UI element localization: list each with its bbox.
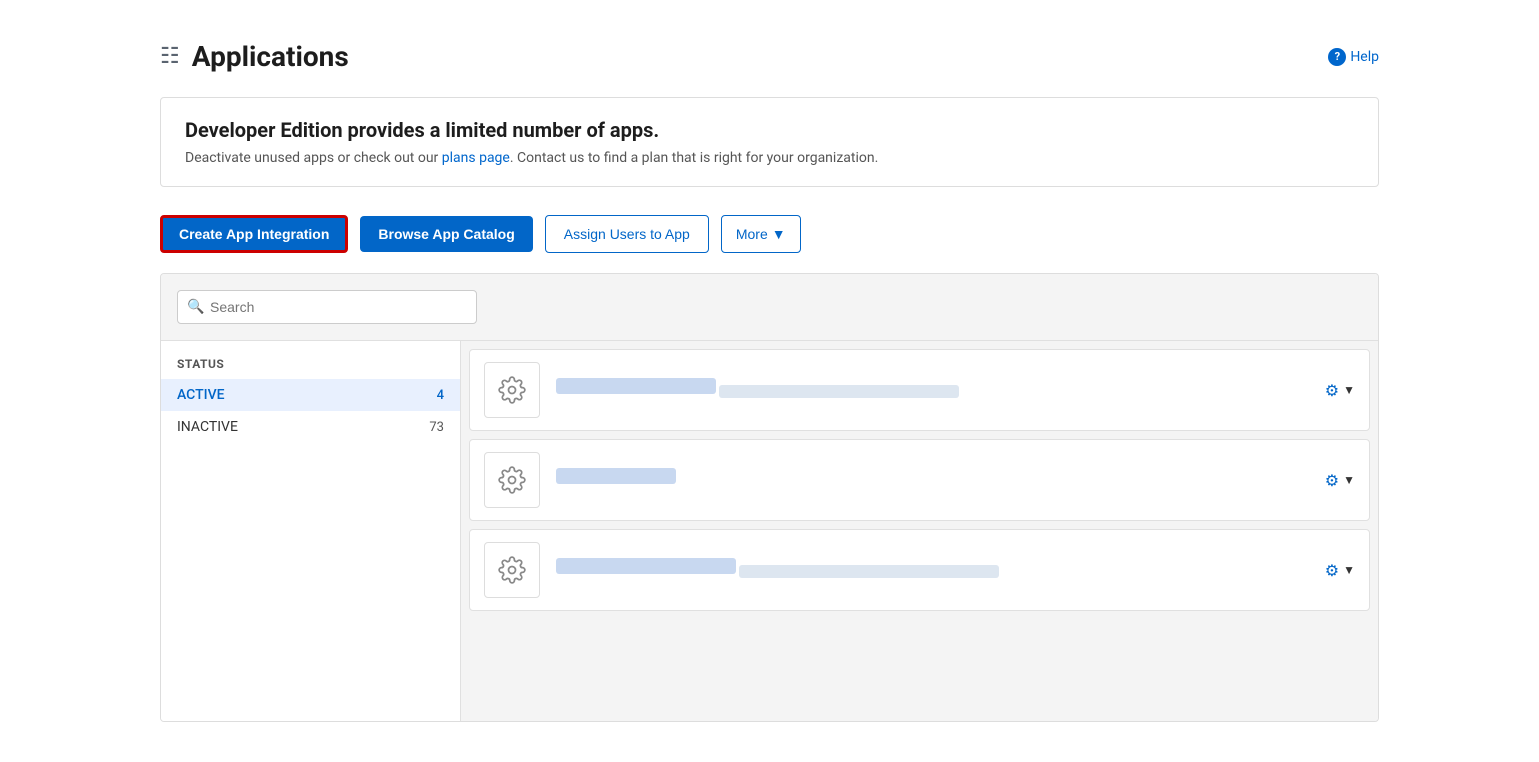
page-title: Applications [192, 40, 349, 73]
chevron-down-icon: ▼ [772, 226, 786, 242]
search-input[interactable] [177, 290, 477, 324]
app-icon-box [484, 452, 540, 508]
search-bar: 🔍 [161, 274, 1378, 341]
app-actions: ⚙ ▼ [1325, 381, 1355, 400]
app-name [556, 558, 736, 574]
banner-body-text2: . Contact us to find a plan that is righ… [510, 150, 878, 166]
app-row: ⚙ ▼ [469, 529, 1370, 611]
app-info [556, 378, 1325, 402]
banner-heading: Developer Edition provides a limited num… [185, 118, 1354, 142]
page-container: ☷ Applications ? Help Developer Edition … [0, 0, 1539, 762]
app-desc [719, 385, 959, 398]
app-icon-box [484, 542, 540, 598]
app-settings-icon[interactable]: ⚙ [1325, 381, 1339, 400]
sidebar-active-label: ACTIVE [177, 387, 225, 403]
sidebar-item-active[interactable]: ACTIVE 4 [161, 379, 460, 411]
create-app-integration-button[interactable]: Create App Integration [160, 215, 348, 253]
content-panel: 🔍 STATUS ACTIVE 4 INACTIVE 73 [160, 273, 1379, 722]
sidebar-inactive-label: INACTIVE [177, 419, 238, 435]
filter-sidebar: STATUS ACTIVE 4 INACTIVE 73 [161, 341, 461, 721]
app-gear-icon [498, 466, 526, 494]
sidebar-section-title: STATUS [161, 357, 460, 379]
banner-body: Deactivate unused apps or check out our … [185, 150, 1354, 166]
sidebar-inactive-count: 73 [429, 420, 444, 435]
apps-list: ⚙ ▼ [461, 341, 1378, 721]
app-chevron-down-icon[interactable]: ▼ [1343, 473, 1355, 487]
page-title-area: ☷ Applications [160, 40, 349, 73]
app-icon-box [484, 362, 540, 418]
app-actions: ⚙ ▼ [1325, 561, 1355, 580]
plans-page-link[interactable]: plans page [442, 150, 510, 166]
help-circle-icon: ? [1328, 48, 1346, 66]
page-header: ☷ Applications ? Help [160, 40, 1379, 73]
panel-body: STATUS ACTIVE 4 INACTIVE 73 [161, 341, 1378, 721]
app-gear-icon [498, 556, 526, 584]
app-name [556, 378, 716, 394]
sidebar-item-inactive[interactable]: INACTIVE 73 [161, 411, 460, 443]
app-chevron-down-icon[interactable]: ▼ [1343, 383, 1355, 397]
search-icon: 🔍 [187, 299, 204, 315]
help-label: Help [1350, 49, 1379, 65]
app-info [556, 558, 1325, 582]
banner-body-text: Deactivate unused apps or check out our [185, 150, 442, 166]
assign-users-to-app-button[interactable]: Assign Users to App [545, 215, 709, 253]
assign-users-label: Assign Users to App [564, 226, 690, 242]
info-banner: Developer Edition provides a limited num… [160, 97, 1379, 187]
browse-app-catalog-button[interactable]: Browse App Catalog [360, 216, 532, 252]
app-actions: ⚙ ▼ [1325, 471, 1355, 490]
app-chevron-down-icon[interactable]: ▼ [1343, 563, 1355, 577]
app-gear-icon [498, 376, 526, 404]
app-desc [739, 565, 999, 578]
action-bar: Create App Integration Browse App Catalo… [160, 215, 1379, 253]
app-row: ⚙ ▼ [469, 439, 1370, 521]
app-name [556, 468, 676, 484]
search-input-wrap: 🔍 [177, 290, 477, 324]
app-settings-icon[interactable]: ⚙ [1325, 561, 1339, 580]
grid-icon: ☷ [160, 46, 180, 68]
app-row: ⚙ ▼ [469, 349, 1370, 431]
more-label: More [736, 226, 768, 242]
help-link[interactable]: ? Help [1328, 48, 1379, 66]
sidebar-active-count: 4 [437, 388, 444, 403]
more-button[interactable]: More ▼ [721, 215, 801, 253]
app-settings-icon[interactable]: ⚙ [1325, 471, 1339, 490]
app-info [556, 468, 1325, 492]
